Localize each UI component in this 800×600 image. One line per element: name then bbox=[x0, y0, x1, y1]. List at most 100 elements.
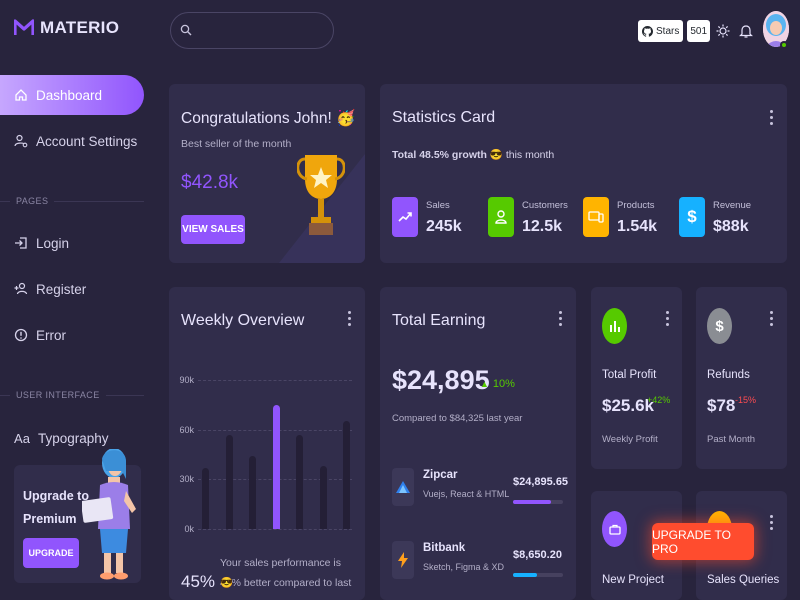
more-options-icon[interactable] bbox=[348, 311, 352, 326]
more-options-icon[interactable] bbox=[666, 311, 670, 326]
y-tick-label: 0k bbox=[184, 524, 194, 534]
stat-value: 245k bbox=[426, 218, 462, 235]
theme-toggle-icon[interactable] bbox=[714, 21, 732, 41]
currency-usd-icon: $ bbox=[679, 197, 705, 237]
home-icon bbox=[14, 88, 28, 102]
app-name: MATERIO bbox=[40, 18, 120, 37]
notification-bell-icon[interactable] bbox=[737, 21, 755, 41]
earning-row-name: Zipcar bbox=[423, 469, 458, 481]
upgrade-to-pro-button[interactable]: UPGRADE TO PRO bbox=[652, 523, 754, 560]
login-icon bbox=[14, 236, 28, 250]
earning-row-sub: Vuejs, React & HTML bbox=[423, 489, 510, 499]
chart-bar[interactable] bbox=[249, 456, 256, 529]
sidebar-item-account-settings[interactable]: Account Settings bbox=[0, 121, 144, 161]
upgrade-premium-card: Upgrade to Premium UPGRADE bbox=[14, 449, 141, 583]
chart-bar[interactable] bbox=[225, 434, 233, 529]
chart-bar[interactable] bbox=[272, 404, 280, 529]
chart-bar[interactable] bbox=[319, 466, 327, 529]
github-stars-label: Stars bbox=[656, 25, 680, 37]
earning-title: Total Earning bbox=[392, 312, 486, 329]
sidebar-item-label: Typography bbox=[38, 430, 109, 446]
chart-bar[interactable] bbox=[202, 467, 209, 529]
earning-progress bbox=[513, 573, 563, 577]
profit-change: +42% bbox=[647, 395, 671, 405]
account-plus-icon bbox=[14, 282, 28, 296]
section-user-interface: USER INTERFACE bbox=[0, 390, 144, 400]
congratulations-card: Congratulations John! 🥳 Best seller of t… bbox=[169, 84, 365, 263]
refunds-value: $78 bbox=[707, 396, 736, 415]
growth-bold: Total 48.5% growth bbox=[392, 149, 487, 161]
earning-row-bitbank[interactable]: Bitbank Sketch, Figma & XD bbox=[392, 541, 504, 579]
weekly-note: 😎 Your sales performance is 45% better co… bbox=[220, 553, 360, 593]
stat-products: Products 1.54k bbox=[583, 197, 657, 237]
earning-row-amount: $24,895.65 bbox=[513, 476, 569, 488]
bitbank-icon bbox=[392, 541, 414, 579]
y-tick-label: 30k bbox=[179, 474, 194, 484]
github-stars-widget[interactable]: Stars 501 bbox=[638, 20, 711, 42]
zipcar-icon bbox=[392, 468, 414, 506]
earning-row-sub: Sketch, Figma & XD bbox=[423, 562, 505, 572]
weekly-note-text: Your sales performance is 45% better com… bbox=[220, 557, 352, 589]
sidebar-item-label: Register bbox=[36, 281, 87, 297]
upgrade-button[interactable]: UPGRADE bbox=[23, 538, 79, 568]
sidebar-item-error[interactable]: Error bbox=[0, 315, 144, 355]
currency-usd-icon: $ bbox=[707, 308, 732, 344]
briefcase-icon bbox=[602, 511, 627, 547]
weekly-emoji: 😎 bbox=[220, 577, 234, 589]
earning-row-zipcar[interactable]: Zipcar Vuejs, React & HTML bbox=[392, 468, 509, 506]
app-logo[interactable]: MATERIO bbox=[14, 18, 119, 38]
grid-line bbox=[198, 529, 352, 530]
account-cog-icon bbox=[14, 134, 28, 148]
stat-sales: Sales 245k bbox=[392, 197, 462, 237]
earning-change-value: 10% bbox=[492, 378, 515, 390]
github-stars-button[interactable]: Stars bbox=[638, 20, 684, 42]
grid-line bbox=[198, 380, 352, 381]
statistics-card: Statistics Card Total 48.5% growth 😎 thi… bbox=[380, 84, 787, 263]
refunds-change: -15% bbox=[735, 395, 757, 405]
weekly-overview-card: Weekly Overview 45% 😎 Your sales performa… bbox=[169, 287, 365, 600]
earning-row-name: Bitbank bbox=[423, 542, 466, 554]
earning-change: ▲ 10% bbox=[480, 378, 515, 390]
project-title: New Project bbox=[602, 574, 664, 586]
github-stars-count[interactable]: 501 bbox=[687, 20, 711, 42]
sidebar-item-label: Login bbox=[36, 235, 70, 251]
cellphone-link-icon bbox=[583, 197, 609, 237]
earning-compared: Compared to $84,325 last year bbox=[392, 413, 523, 424]
sidebar-item-dashboard[interactable]: Dashboard bbox=[0, 75, 144, 115]
stat-value: 1.54k bbox=[617, 218, 658, 235]
congrats-subtitle: Best seller of the month bbox=[181, 138, 292, 150]
more-options-icon[interactable] bbox=[770, 515, 774, 530]
section-label: USER INTERFACE bbox=[16, 390, 100, 400]
format-letter-case-icon: Aa bbox=[14, 430, 30, 446]
search-icon bbox=[180, 24, 192, 36]
more-options-icon[interactable] bbox=[770, 110, 774, 125]
stat-label: Customers bbox=[522, 200, 568, 211]
sidebar-item-label: Error bbox=[36, 327, 66, 343]
more-options-icon[interactable] bbox=[559, 311, 563, 326]
queries-title: Sales Queries bbox=[707, 574, 780, 586]
section-label: PAGES bbox=[16, 196, 49, 206]
arrow-up-icon: ▲ bbox=[480, 379, 489, 389]
statistics-title: Statistics Card bbox=[392, 109, 496, 126]
total-earning-card: Total Earning $24,895 ▲ 10% Compared to … bbox=[380, 287, 576, 600]
growth-rest: this month bbox=[505, 149, 555, 161]
sidebar-item-register[interactable]: Register bbox=[0, 269, 144, 309]
stat-label: Sales bbox=[426, 200, 450, 211]
refunds-title: Refunds bbox=[707, 369, 750, 381]
trophy-icon bbox=[297, 155, 345, 235]
poll-icon bbox=[602, 308, 627, 344]
more-options-icon[interactable] bbox=[770, 311, 774, 326]
chart-bar[interactable] bbox=[296, 434, 303, 529]
sidebar-item-label: Account Settings bbox=[36, 133, 138, 149]
materio-logo-icon bbox=[14, 19, 34, 35]
y-tick-label: 60k bbox=[179, 425, 194, 435]
view-sales-button[interactable]: VIEW SALES bbox=[181, 215, 245, 244]
sidebar-item-label: Dashboard bbox=[36, 87, 103, 103]
section-pages: PAGES bbox=[0, 196, 144, 206]
profit-caption: Weekly Profit bbox=[602, 434, 658, 445]
refunds-card: $ Refunds $78 -15% Past Month bbox=[696, 287, 787, 469]
search-input[interactable] bbox=[170, 12, 334, 49]
account-icon bbox=[488, 197, 514, 237]
sidebar-item-login[interactable]: Login bbox=[0, 223, 144, 263]
chart-bar[interactable] bbox=[343, 421, 350, 529]
